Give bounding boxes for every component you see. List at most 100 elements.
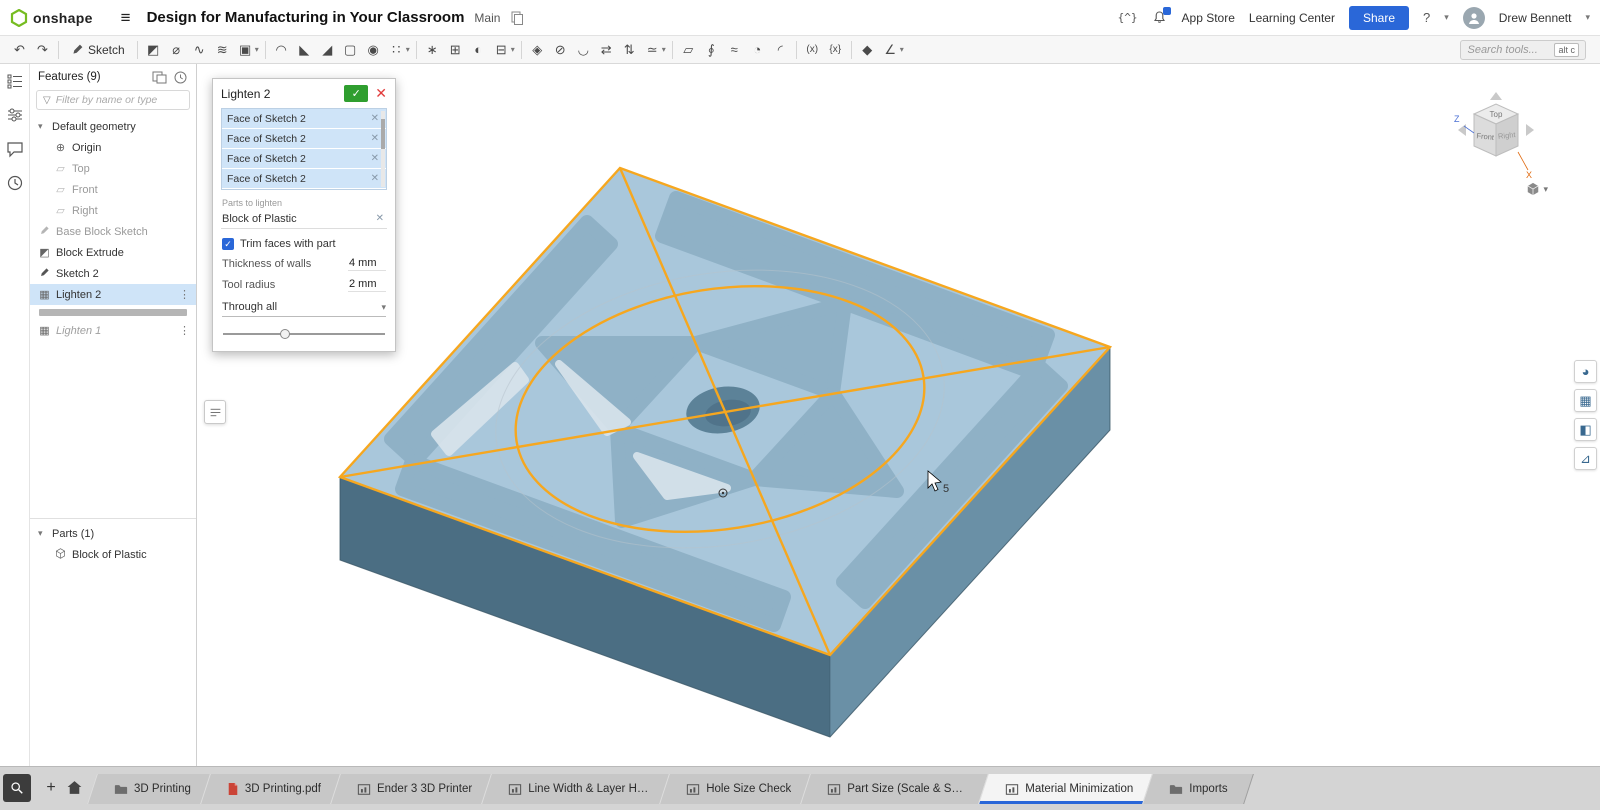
variable-studio-icon[interactable]: {x} — [824, 37, 847, 63]
tool-radius-input[interactable]: 2 mm — [348, 278, 386, 292]
thicken-icon[interactable]: ▣ — [234, 37, 257, 63]
3d-model[interactable]: 5 — [197, 64, 1600, 766]
assign-material-icon[interactable]: ◆ — [856, 37, 879, 63]
end-condition-dropdown[interactable]: Through all ▾ — [222, 301, 386, 317]
modify-fillet-icon[interactable]: ◡ — [572, 37, 595, 63]
rollback-bar[interactable] — [39, 309, 187, 316]
sketch-button[interactable]: Sketch — [63, 43, 133, 57]
remove-selection-icon[interactable]: ✕ — [369, 173, 381, 184]
boolean-icon[interactable]: ◐ — [467, 37, 490, 63]
part-item-block-of-plastic[interactable]: Block of Plastic — [30, 544, 196, 565]
dropdown-caret-icon[interactable]: ▾ — [255, 45, 259, 54]
tab-imports-folder[interactable]: Imports — [1147, 774, 1249, 804]
filter-input[interactable] — [56, 94, 166, 106]
remove-selection-icon[interactable]: ✕ — [369, 133, 381, 144]
transform-icon[interactable]: ◈ — [526, 37, 549, 63]
dropdown-caret-icon[interactable]: ▾ — [662, 45, 666, 54]
slider-handle[interactable] — [280, 329, 290, 339]
tree-item-front-plane[interactable]: ▱ Front — [30, 179, 196, 200]
app-store-link[interactable]: App Store — [1182, 11, 1235, 25]
plane-icon[interactable]: ▱ — [677, 37, 700, 63]
draft-icon[interactable]: ◢ — [316, 37, 339, 63]
search-tabs-button[interactable] — [3, 774, 31, 802]
selection-row[interactable]: Face of Sketch 2 ✕ — [222, 109, 386, 129]
featurescript-icon[interactable]: {^} — [1118, 11, 1138, 24]
chamfer-icon[interactable]: ◣ — [293, 37, 316, 63]
selection-row[interactable]: Face of Sketch 2 ✕ — [222, 129, 386, 149]
project-curve-icon[interactable]: ◔ — [746, 37, 769, 63]
revolve-icon[interactable]: ⌀ — [165, 37, 188, 63]
split-icon[interactable]: ⊟ — [490, 37, 513, 63]
variable-icon[interactable]: (x) — [801, 37, 824, 63]
dropdown-caret-icon[interactable]: ▾ — [900, 45, 904, 54]
hamburger-menu-icon[interactable]: ≡ — [121, 8, 131, 28]
rotate-right-arrow-icon[interactable] — [1526, 124, 1534, 136]
part-selection-row[interactable]: Block of Plastic ✕ — [221, 209, 387, 229]
undo-icon[interactable]: ↶ — [8, 37, 31, 63]
tree-item-default-geometry[interactable]: ▾ Default geometry — [30, 116, 196, 137]
display-options-icon[interactable]: ▦ — [1574, 389, 1597, 412]
circular-pattern-icon[interactable]: ∗ — [421, 37, 444, 63]
bridging-curve-icon[interactable]: ◜ — [769, 37, 792, 63]
tree-item-sketch-2[interactable]: Sketch 2 — [30, 263, 196, 284]
helix-icon[interactable]: ∮ — [700, 37, 723, 63]
feature-handle-icon[interactable]: ⋮ — [179, 324, 190, 337]
extrude-icon[interactable]: ◩ — [142, 37, 165, 63]
redo-icon[interactable]: ↷ — [31, 37, 54, 63]
trim-faces-option[interactable]: ✓ Trim faces with part — [222, 238, 386, 250]
tab-material-minimization[interactable]: Material Minimization — [983, 774, 1155, 804]
view-menu-button[interactable]: ▾ — [1526, 182, 1548, 196]
notifications-bell-icon[interactable] — [1152, 10, 1168, 26]
rotate-left-arrow-icon[interactable] — [1458, 124, 1466, 136]
confirm-button[interactable]: ✓ — [344, 85, 368, 102]
hole-icon[interactable]: ◉ — [362, 37, 385, 63]
delete-part-icon[interactable]: ⊘ — [549, 37, 572, 63]
filter-box[interactable]: ▽ — [36, 90, 190, 110]
rollback-slider[interactable] — [223, 333, 385, 335]
graphics-viewport[interactable]: 5 Top Front Right Z X ▾ ◕ ▦ ◧ ⊿ — [197, 64, 1600, 766]
view-cube[interactable]: Top Front Right Z X — [1434, 86, 1558, 190]
configurations-icon[interactable] — [6, 106, 24, 124]
panel-layout-icon[interactable] — [152, 70, 167, 85]
offset-surface-icon[interactable]: ≃ — [641, 37, 664, 63]
copy-document-icon[interactable] — [510, 11, 524, 25]
remove-selection-icon[interactable]: ✕ — [369, 113, 381, 124]
linear-pattern-icon[interactable]: ∷ — [385, 37, 408, 63]
new-tab-button[interactable]: + — [40, 775, 62, 801]
selection-scrollbar[interactable] — [381, 111, 385, 187]
tree-item-right-plane[interactable]: ▱ Right — [30, 200, 196, 221]
move-face-icon[interactable]: ⇄ — [595, 37, 618, 63]
tree-item-block-extrude[interactable]: ◩ Block Extrude — [30, 242, 196, 263]
scrollbar-thumb[interactable] — [381, 119, 385, 149]
appearance-panel-icon[interactable]: ◕ — [1574, 360, 1597, 383]
rotate-up-arrow-icon[interactable] — [1490, 92, 1502, 100]
tree-item-lighten-1[interactable]: ▦ Lighten 1 ⋮ — [30, 320, 196, 341]
feature-list-flyout-button[interactable] — [204, 400, 226, 424]
onshape-logo[interactable]: onshape — [10, 9, 93, 27]
tab-line-width-layer-height[interactable]: Line Width & Layer Hei... — [486, 774, 672, 804]
loft-icon[interactable]: ≋ — [211, 37, 234, 63]
tab-3d-printing-pdf[interactable]: 3D Printing.pdf — [205, 774, 343, 804]
mirror-icon[interactable]: ⊞ — [444, 37, 467, 63]
tab-3d-printing-folder[interactable]: 3D Printing — [92, 774, 213, 804]
cancel-button[interactable]: ✕ — [375, 85, 387, 102]
measure-icon[interactable]: ∠ — [879, 37, 902, 63]
remove-selection-icon[interactable]: ✕ — [369, 153, 381, 164]
replace-face-icon[interactable]: ⇅ — [618, 37, 641, 63]
tree-item-top-plane[interactable]: ▱ Top — [30, 158, 196, 179]
learning-center-link[interactable]: Learning Center — [1249, 11, 1335, 25]
section-view-icon[interactable]: ◧ — [1574, 418, 1597, 441]
tree-item-origin[interactable]: ⊕ Origin — [30, 137, 196, 158]
user-menu-caret-icon[interactable]: ▾ — [1585, 12, 1590, 23]
sweep-icon[interactable]: ∿ — [188, 37, 211, 63]
remove-selection-icon[interactable]: ✕ — [374, 213, 386, 224]
user-name[interactable]: Drew Bennett — [1499, 11, 1572, 25]
shell-icon[interactable]: ▢ — [339, 37, 362, 63]
comments-icon[interactable] — [6, 140, 24, 158]
parts-header[interactable]: ▾ Parts (1) — [30, 523, 196, 544]
search-tools-box[interactable]: alt c — [1460, 40, 1586, 60]
tree-caret-icon[interactable]: ▾ — [38, 121, 47, 132]
tab-hole-size-check[interactable]: Hole Size Check — [664, 774, 813, 804]
dropdown-caret-icon[interactable]: ▾ — [511, 45, 515, 54]
share-button[interactable]: Share — [1349, 6, 1409, 30]
